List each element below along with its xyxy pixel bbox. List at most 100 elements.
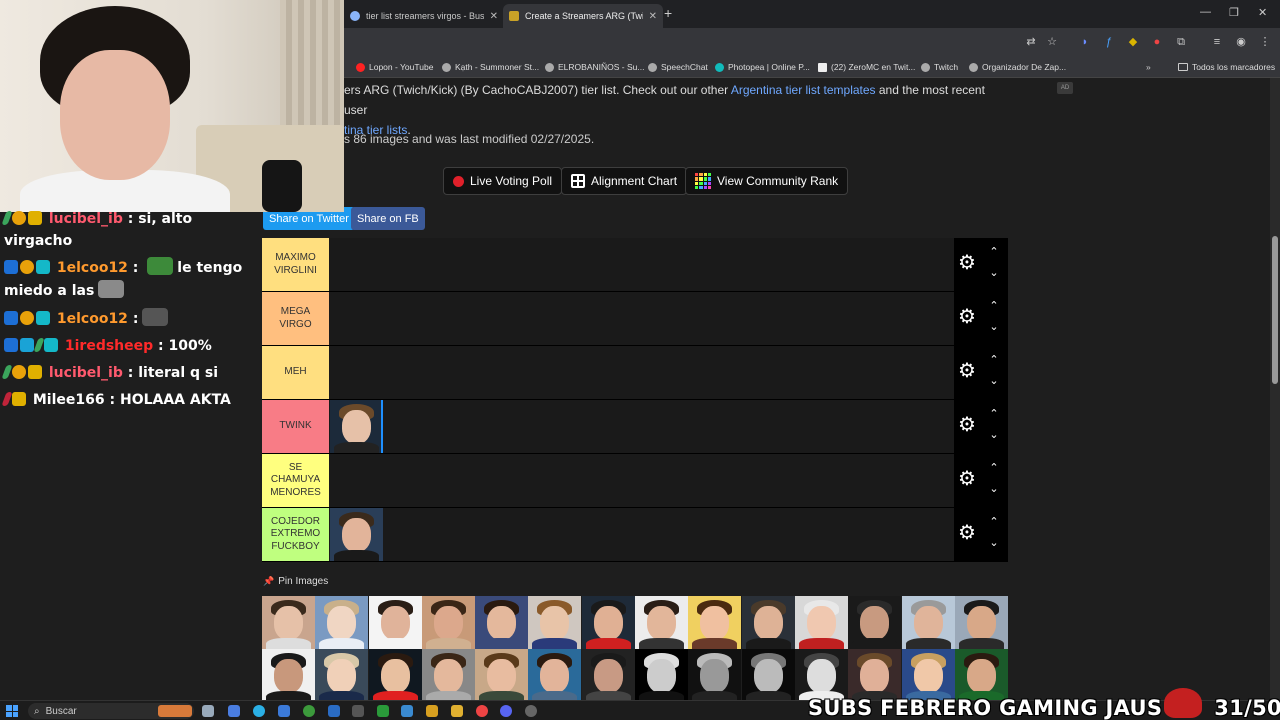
tier-drop-zone[interactable] xyxy=(330,238,954,291)
extension-icon[interactable]: ● xyxy=(1150,35,1164,49)
chevron-up-icon[interactable]: ⌃ xyxy=(986,407,1002,420)
extension-icon[interactable]: ◗ xyxy=(1078,35,1092,49)
streamer-image[interactable] xyxy=(688,596,742,649)
bookmark-item[interactable]: Twitch xyxy=(921,60,958,74)
streamer-image[interactable] xyxy=(475,649,529,700)
gear-icon[interactable]: ⚙ xyxy=(958,361,976,381)
profile-avatar-icon[interactable]: ◉ xyxy=(1234,35,1248,49)
streamer-image[interactable] xyxy=(688,649,742,700)
gear-icon[interactable]: ⚙ xyxy=(958,253,976,273)
discord-icon[interactable] xyxy=(500,705,512,717)
minimize-icon[interactable]: — xyxy=(1200,6,1211,18)
streamer-image[interactable] xyxy=(421,649,475,700)
tier-label[interactable]: MEGA VIRGO xyxy=(262,292,329,345)
more-bookmarks-icon[interactable]: » xyxy=(1146,60,1151,74)
chevron-down-icon[interactable]: ⌄ xyxy=(986,320,1002,333)
tab-search[interactable]: tier list streamers virgos - Busca ✕ xyxy=(344,4,504,28)
menu-kebab-icon[interactable]: ⋮ xyxy=(1258,35,1272,49)
bookmark-item[interactable]: Kạth - Summoner St... xyxy=(442,60,539,74)
streamer-image[interactable] xyxy=(262,649,315,700)
streamer-image[interactable] xyxy=(901,596,955,649)
gear-icon[interactable]: ⚙ xyxy=(958,415,976,435)
restore-icon[interactable]: ❐ xyxy=(1229,6,1239,19)
streamer-image[interactable] xyxy=(954,649,1008,700)
chevron-down-icon[interactable]: ⌄ xyxy=(986,266,1002,279)
task-view-icon[interactable] xyxy=(202,705,214,717)
chevron-down-icon[interactable]: ⌄ xyxy=(986,428,1002,441)
chevron-up-icon[interactable]: ⌃ xyxy=(986,245,1002,258)
folder-icon[interactable] xyxy=(451,705,463,717)
chrome-icon[interactable] xyxy=(476,705,488,717)
bookmark-item[interactable]: Photopea | Online P... xyxy=(715,60,810,74)
bookmark-item[interactable]: SpeechChat xyxy=(648,60,708,74)
streamer-image[interactable] xyxy=(528,649,582,700)
streamer-image[interactable] xyxy=(901,649,955,700)
tier-label[interactable]: MAXIMO VIRGLINI xyxy=(262,238,329,291)
gear-icon[interactable]: ⚙ xyxy=(958,469,976,489)
tier-drop-zone[interactable] xyxy=(330,400,954,453)
close-tab-icon[interactable]: ✕ xyxy=(649,11,657,22)
extension-icon[interactable]: ƒ xyxy=(1102,35,1116,49)
streamer-image[interactable] xyxy=(848,596,902,649)
chevron-up-icon[interactable]: ⌃ xyxy=(986,515,1002,528)
app-icon[interactable] xyxy=(352,705,364,717)
media-icon[interactable]: ≡ xyxy=(1210,35,1224,49)
tier-drop-zone[interactable] xyxy=(330,346,954,399)
streamer-image[interactable] xyxy=(330,508,383,561)
bookmark-item[interactable]: ELROBANIÑOS - Su... xyxy=(545,60,644,74)
streamer-image[interactable] xyxy=(741,649,795,700)
app-icon[interactable] xyxy=(328,705,340,717)
community-rank-button[interactable]: View Community Rank xyxy=(685,167,849,195)
streamer-image[interactable] xyxy=(330,400,383,453)
streamer-image[interactable] xyxy=(581,649,635,700)
streamer-image[interactable] xyxy=(262,596,315,649)
scrollbar-thumb[interactable] xyxy=(1272,236,1278,384)
chevron-up-icon[interactable]: ⌃ xyxy=(986,353,1002,366)
bookmark-item[interactable]: Organizador De Zap... xyxy=(969,60,1066,74)
streamer-image[interactable] xyxy=(794,596,848,649)
gear-icon[interactable]: ⚙ xyxy=(958,523,976,543)
close-tab-icon[interactable]: ✕ xyxy=(490,11,498,22)
app-icon[interactable] xyxy=(377,705,389,717)
chevron-up-icon[interactable]: ⌃ xyxy=(986,299,1002,312)
gear-icon[interactable]: ⚙ xyxy=(958,307,976,327)
close-window-icon[interactable]: ✕ xyxy=(1258,6,1267,19)
alignment-chart-button[interactable]: Alignment Chart xyxy=(561,167,688,195)
streamer-image[interactable] xyxy=(368,649,422,700)
translate-icon[interactable]: ⇄ xyxy=(1024,35,1038,49)
ad-badge[interactable]: AD xyxy=(1057,82,1073,94)
streamer-image[interactable] xyxy=(528,596,582,649)
share-fb-button[interactable]: Share on FB xyxy=(351,207,425,230)
tab-tiermaker[interactable]: Create a Streamers ARG (Twitch/ ✕ xyxy=(503,4,663,28)
streamer-image[interactable] xyxy=(635,649,689,700)
chevron-down-icon[interactable]: ⌄ xyxy=(986,374,1002,387)
app-icon[interactable] xyxy=(426,705,438,717)
tier-label[interactable]: COJEDOR EXTREMO FUCKBOY xyxy=(262,508,329,561)
extension-icon[interactable]: ◆ xyxy=(1126,35,1140,49)
app-icon[interactable] xyxy=(278,705,290,717)
streamer-image[interactable] xyxy=(954,596,1008,649)
streamer-image[interactable] xyxy=(635,596,689,649)
tier-label[interactable]: TWINK xyxy=(262,400,329,453)
obs-icon[interactable] xyxy=(525,705,537,717)
streamer-image[interactable] xyxy=(368,596,422,649)
extensions-puzzle-icon[interactable]: ⧉ xyxy=(1174,35,1188,49)
streamer-image[interactable] xyxy=(848,649,902,700)
streamer-image[interactable] xyxy=(794,649,848,700)
streamer-image[interactable] xyxy=(475,596,529,649)
all-bookmarks-folder[interactable]: Todos los marcadores xyxy=(1178,60,1275,74)
live-voting-button[interactable]: Live Voting Poll xyxy=(443,167,563,195)
new-tab-icon[interactable]: + xyxy=(664,5,672,21)
streamer-image[interactable] xyxy=(741,596,795,649)
bookmark-item[interactable]: Lopon - YouTube xyxy=(356,60,433,74)
chevron-up-icon[interactable]: ⌃ xyxy=(986,461,1002,474)
chevron-down-icon[interactable]: ⌄ xyxy=(986,482,1002,495)
app-icon[interactable] xyxy=(228,705,240,717)
templates-link[interactable]: Argentina tier list templates xyxy=(731,83,876,97)
chevron-down-icon[interactable]: ⌄ xyxy=(986,536,1002,549)
streamer-image[interactable] xyxy=(315,649,369,700)
streamer-image[interactable] xyxy=(581,596,635,649)
tier-drop-zone[interactable] xyxy=(330,508,954,561)
streamer-image[interactable] xyxy=(315,596,369,649)
taskbar-search[interactable]: ⌕ Buscar xyxy=(28,703,194,719)
